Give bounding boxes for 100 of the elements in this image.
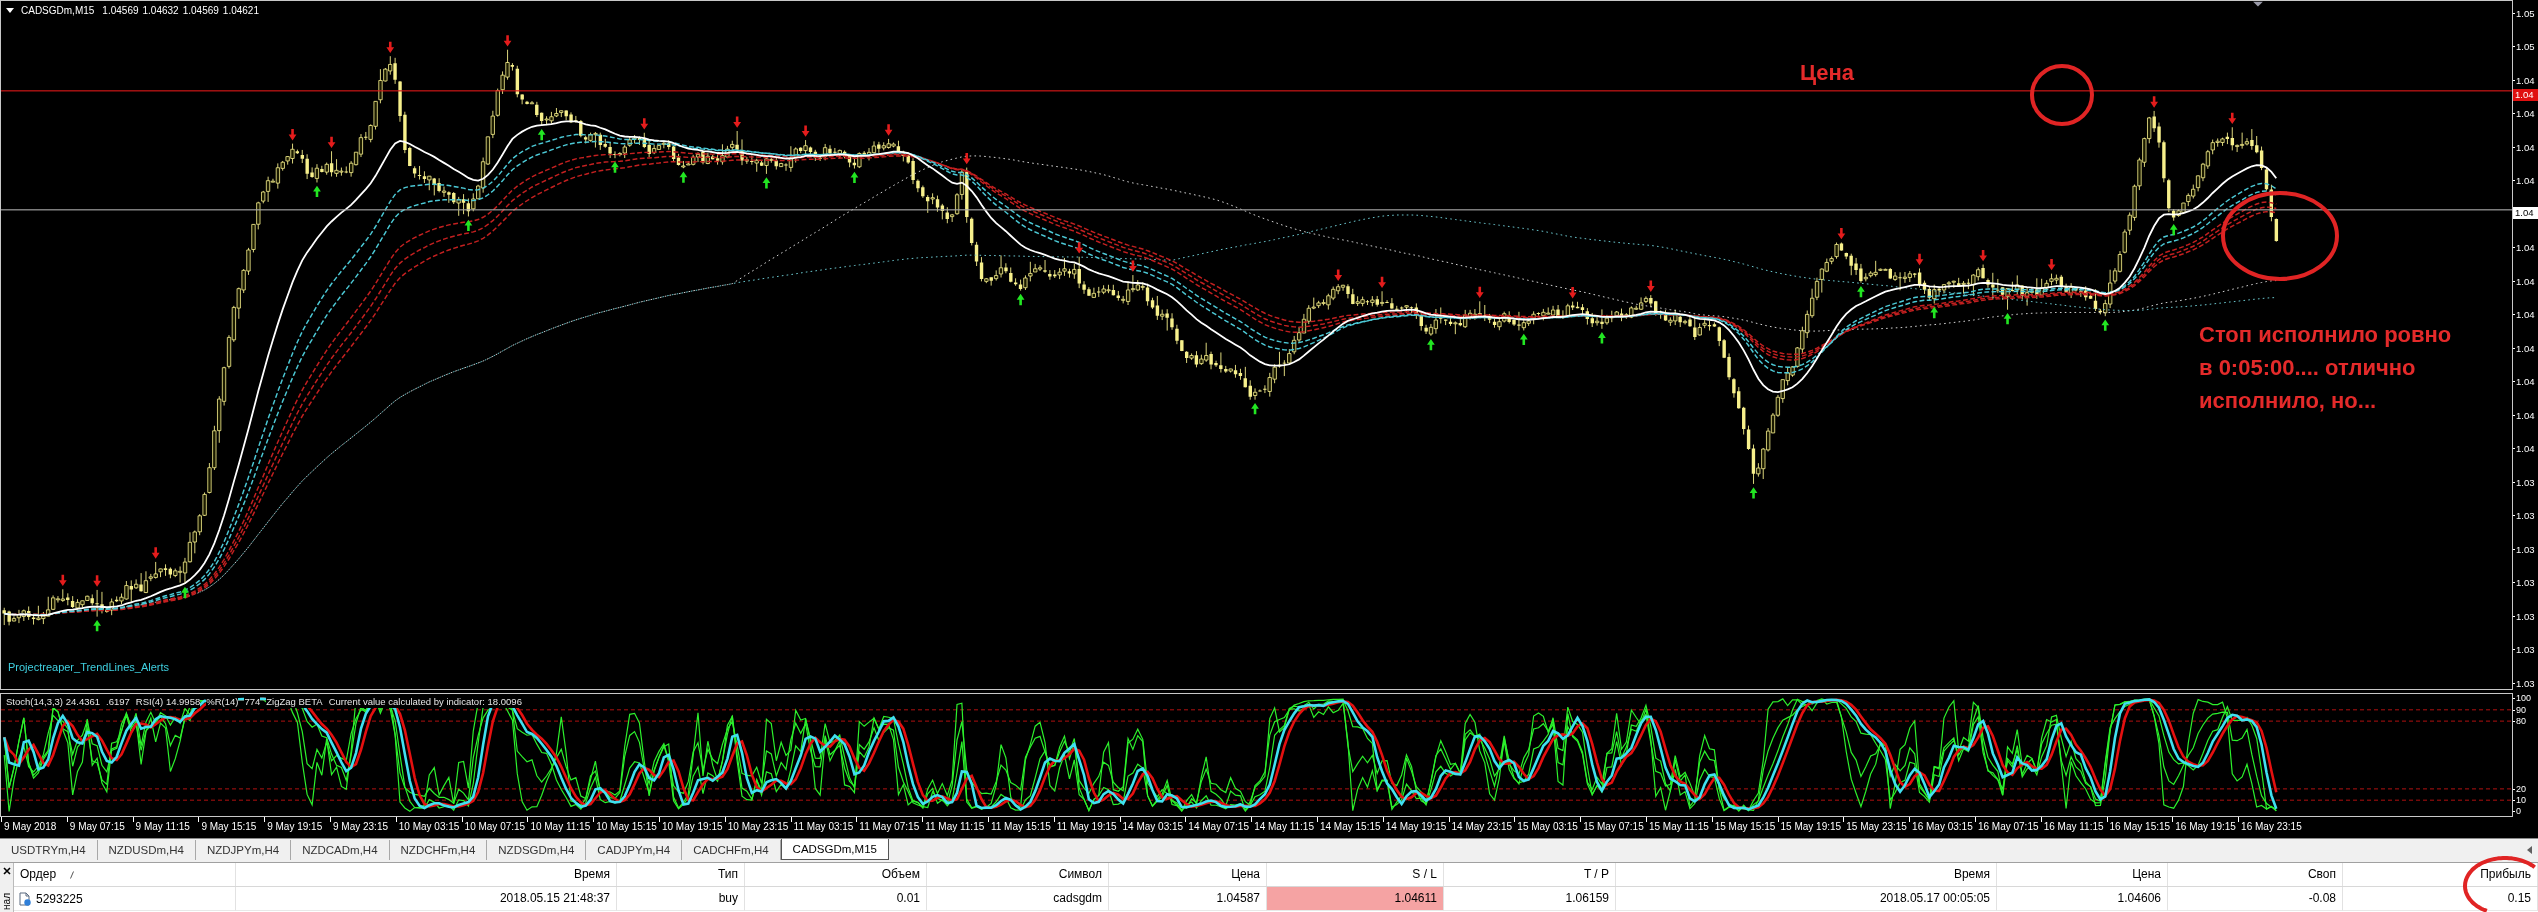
caret-icon[interactable] — [6, 8, 14, 13]
indicator-value-label: %R(14) — [206, 696, 239, 708]
oscillator-axis-label: 90 — [2513, 704, 2526, 715]
down-arrow-icon — [801, 125, 810, 137]
chart-tab[interactable]: CADCHFm,H4 — [682, 840, 781, 860]
ohlc-value: 1.04632 — [142, 4, 179, 17]
price-axis-label: 1.05 — [2513, 41, 2538, 52]
indicator-value-label: Stoch(14,3,3) 24.4361 — [6, 696, 100, 708]
indicator-value-label: RSI(4) 14.9958 — [135, 696, 201, 708]
chart-tab[interactable]: CADJPYm,H4 — [586, 840, 683, 860]
indicator-value-label: 774 — [244, 696, 261, 708]
chart-tab[interactable]: NZDUSDm,H4 — [97, 840, 196, 860]
time-axis-label: 10 May 15:15 — [593, 817, 659, 834]
price-axis-label: 1.04 — [2513, 309, 2538, 320]
column-header[interactable]: T / P — [1444, 863, 1616, 886]
up-arrow-icon — [1749, 487, 1758, 499]
time-axis-label: 14 May 19:15 — [1382, 817, 1449, 834]
indicator-value-label: Current value calculated by indicator: 18.0096 — [328, 696, 522, 708]
time-axis-label: 16 May 15:15 — [2106, 817, 2173, 834]
chart-tab[interactable]: NZDCHFm,H4 — [389, 840, 488, 860]
scroll-left-icon[interactable] — [2527, 846, 2532, 854]
down-arrow-icon — [151, 547, 160, 559]
time-axis-label: 14 May 23:15 — [1448, 817, 1515, 834]
price-axis-label: 1.04 — [2513, 175, 2538, 186]
up-arrow-icon — [762, 177, 771, 189]
table-cell: -0.08 — [2168, 887, 2343, 911]
down-arrow-icon — [93, 575, 101, 587]
column-header[interactable]: Своп — [2168, 863, 2343, 886]
down-arrow-icon — [386, 41, 395, 53]
table-cell: 1.06159 — [1444, 887, 1616, 911]
down-arrow-icon — [327, 136, 336, 148]
chart-tab[interactable]: NZDSGDm,H4 — [487, 840, 587, 860]
down-arrow-icon — [640, 118, 649, 130]
down-arrow-icon — [962, 153, 971, 165]
time-axis-label: 16 May 19:15 — [2172, 817, 2239, 834]
ohlc-value: 1.04621 — [222, 4, 259, 17]
up-arrow-icon — [1427, 339, 1435, 351]
column-header[interactable]: Цена — [1109, 863, 1267, 886]
time-axis-label: 15 May 19:15 — [1777, 817, 1844, 834]
column-header[interactable]: Символ — [927, 863, 1109, 886]
down-arrow-icon — [1075, 242, 1084, 254]
up-arrow-icon — [850, 171, 859, 184]
up-arrow-icon — [611, 161, 619, 173]
down-arrow-icon — [2047, 259, 2056, 271]
column-header[interactable]: Тип — [617, 863, 745, 886]
price-axis-label: 1.03 — [2513, 644, 2538, 655]
time-axis-label: 10 May 07:15 — [461, 817, 528, 834]
up-arrow-icon — [1930, 306, 1939, 319]
column-header[interactable]: Время — [1616, 863, 1997, 886]
time-axis-label: 14 May 07:15 — [1185, 817, 1252, 834]
close-icon[interactable] — [2, 867, 11, 875]
down-arrow-icon — [1646, 280, 1655, 292]
ohlc-value: 1.04569 — [182, 4, 219, 17]
table-cell-text: 5293225 — [36, 890, 83, 908]
down-arrow-icon — [1378, 276, 1386, 288]
column-header[interactable]: Прибыль — [2343, 863, 2538, 886]
time-axis-label: 16 May 23:15 — [2238, 817, 2304, 834]
annotation-circle — [2030, 64, 2094, 126]
indicator-value-label: .6197 — [106, 696, 130, 708]
price-marker-label: 1.04 — [2513, 89, 2538, 101]
down-arrow-icon — [2228, 112, 2237, 125]
up-arrow-icon — [464, 219, 473, 232]
down-arrow-icon — [1979, 250, 1987, 262]
up-arrow-icon — [1016, 293, 1025, 306]
down-arrow-icon — [1129, 260, 1137, 272]
down-arrow-icon — [733, 116, 742, 128]
column-header[interactable]: S / L — [1267, 863, 1444, 886]
chart-shift-marker-icon[interactable] — [2253, 1, 2263, 7]
chart-tab[interactable]: CADSGDm,M15 — [780, 839, 889, 860]
table-cell: 2018.05.17 00:05:05 — [1616, 887, 1997, 911]
order-icon — [18, 891, 32, 906]
oscillator-axis-label: 10 — [2513, 795, 2526, 805]
time-axis-label: 10 May 03:15 — [395, 817, 462, 834]
price-marker-label: 1.04 — [2513, 207, 2538, 219]
chart-tab[interactable]: NZDCADm,H4 — [291, 840, 390, 860]
up-arrow-icon — [2169, 223, 2178, 236]
chart-tab[interactable]: USDTRYm,H4 — [0, 840, 98, 860]
terminal-side-label[interactable]: нал — [0, 893, 13, 910]
time-axis-label: 16 May 07:15 — [1974, 817, 2041, 834]
time-axis-label: 15 May 23:15 — [1843, 817, 1910, 834]
chart-symbol-title: CADSGDm,M15 — [21, 4, 95, 17]
column-header[interactable]: Объем — [745, 863, 927, 886]
price-axis-label: 1.04 — [2513, 443, 2538, 454]
down-arrow-icon — [1475, 286, 1484, 299]
column-header[interactable]: Время — [236, 863, 617, 886]
down-arrow-icon — [288, 129, 297, 141]
column-header[interactable]: Цена — [1997, 863, 2168, 886]
table-cell: 1.04606 — [1997, 887, 2168, 911]
sort-indicator-icon — [70, 870, 75, 879]
time-axis-label: 15 May 07:15 — [1580, 817, 1646, 834]
annotation-text: Стоп исполнило ровно в 0:05:00.... отлично исполнило, но... — [2199, 321, 2452, 415]
chart-tab[interactable]: NZDJPYm,H4 — [195, 840, 292, 860]
table-cell: 0.15 — [2343, 887, 2538, 911]
column-header[interactable]: Ордер — [14, 863, 236, 886]
time-axis-label: 15 May 11:15 — [1645, 817, 1712, 834]
up-arrow-icon — [93, 619, 101, 632]
up-arrow-icon — [1519, 333, 1528, 345]
down-arrow-icon — [2150, 96, 2158, 108]
up-arrow-icon — [679, 171, 688, 183]
price-axis-label: 1.04 — [2513, 242, 2538, 253]
